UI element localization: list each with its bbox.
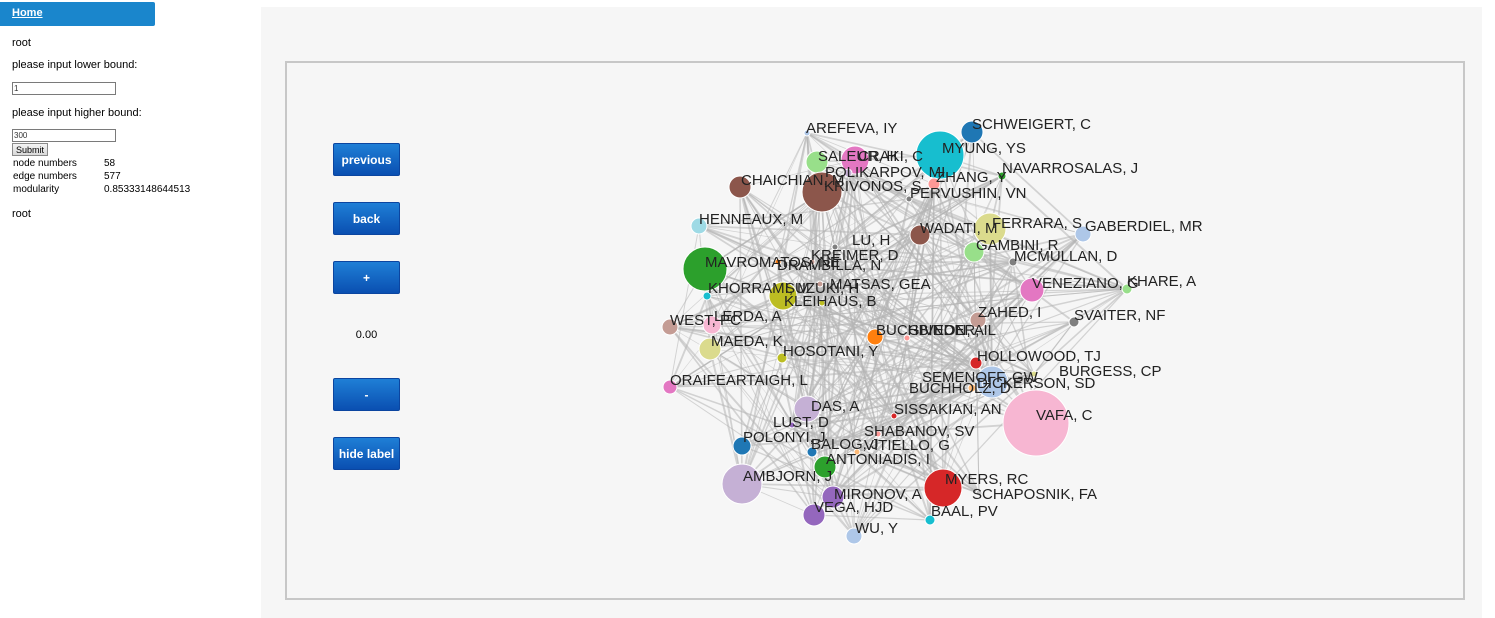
graph-node-label: KHARE, A [1127,273,1196,290]
graph-node-label: SCHWEIGERT, C [972,116,1091,133]
zoom-out-button[interactable]: - [333,378,400,411]
graph-node-label: HENNEAUX, M [699,211,803,228]
zoom-value: 0.00 [355,329,378,341]
graph-node-label: SCHAPOSNIK, FA [972,486,1097,503]
graph-node-label: AMBJORN, J [743,468,832,485]
graph-node-label: VAFA, C [1036,407,1093,424]
graph-node-label: AREFEVA, IY [806,120,897,137]
graph-node-label: CRAKI, C [858,148,923,165]
graph-node-label: VEGA, HJD [814,499,893,516]
graph-node-label: PERVUSHIN, VN [910,185,1026,202]
graph-node-label: MYUNG, YS [942,140,1026,157]
graph-node-label: GIVEON, A [908,322,984,339]
graph-node-label: ORAIFEARTAIGH, L [670,372,808,389]
graph-node-label: DAS, A [811,398,859,415]
graph-node-label: SVAITER, NF [1074,307,1165,324]
graph-node-label: KLEIHAUS, B [784,293,877,310]
hide-label-button[interactable]: hide label [333,437,400,470]
graph-node-label: DICKERSON, SD [977,375,1096,392]
graph-node-label: NAVARROSALAS, J [1002,160,1138,177]
graph-node-label: SISSAKIAN, AN [894,401,1002,418]
back-button[interactable]: back [333,202,400,235]
graph-node-label: VENEZIANO, G [1032,275,1139,292]
previous-button[interactable]: previous [333,143,400,176]
graph-node-label: HOSOTANI, Y [783,343,878,360]
graph-node-label: FERRARA, S [992,215,1082,232]
graph-node-label: ZAHED, I [978,304,1041,321]
graph-node-label: MATSAS, GEA [830,276,931,293]
network-graph[interactable]: AREFEVA, IY SCHWEIGERT, CSALEUR, HCRAKI, … [0,0,1495,618]
graph-node-label: WEST, PC [670,312,741,329]
graph-node-label: KRIVONOS, S [824,178,922,195]
zoom-in-button[interactable]: + [333,261,400,294]
graph-node-label: WU, Y [855,520,898,537]
graph-node-label: WADATI, M [920,220,998,237]
graph-node-label: MCMULLAN, D [1014,248,1118,265]
graph-node-label: MAEDA, K [711,333,783,350]
graph-node-label: GABERDIEL, MR [1085,218,1203,235]
graph-node-label: ZHANG, Y [936,169,1007,186]
graph-node-label: DRAMBILLA, N [777,257,881,274]
graph-node-label: ANTONIADIS, I [826,451,930,468]
graph-node-label: BAAL, PV [931,503,998,520]
